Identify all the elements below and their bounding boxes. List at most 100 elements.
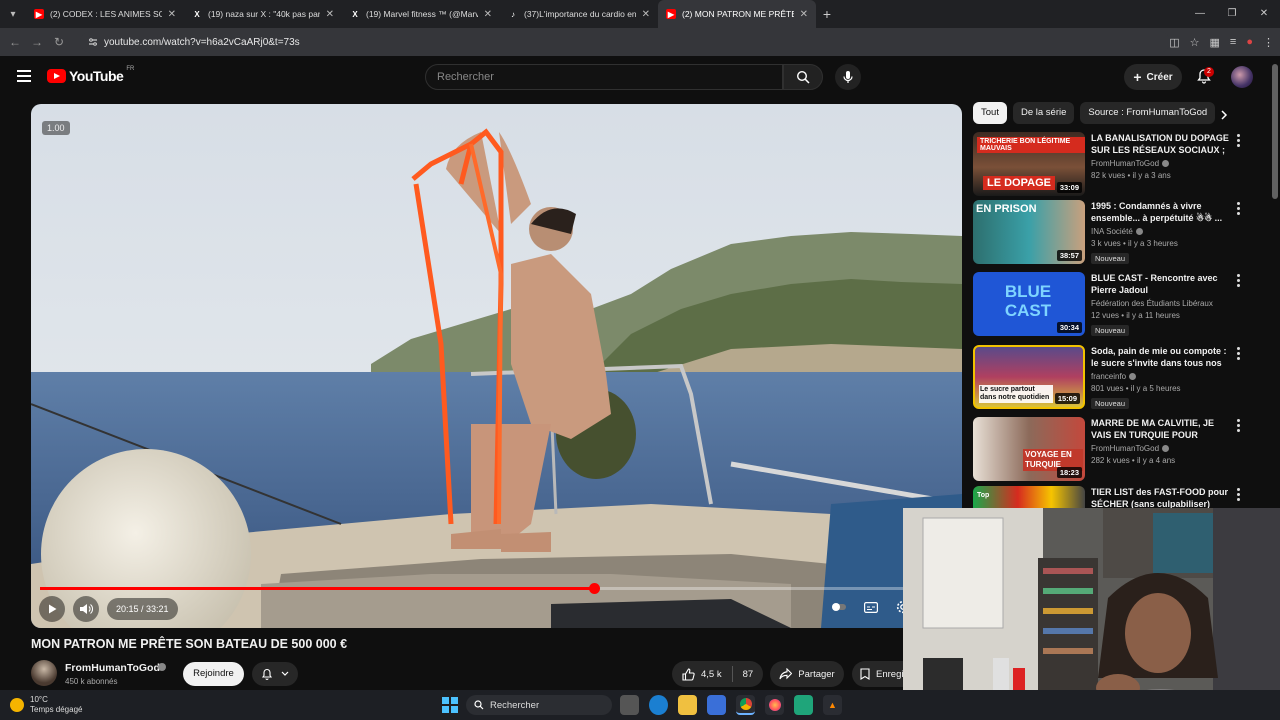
store-icon[interactable] bbox=[707, 695, 726, 715]
chevron-right-icon[interactable] bbox=[1219, 110, 1229, 120]
profile-icon[interactable]: ● bbox=[1246, 36, 1253, 48]
more-options-icon[interactable] bbox=[1235, 488, 1241, 502]
media-icon[interactable]: ≡ bbox=[1230, 36, 1236, 48]
address-bar[interactable]: youtube.com/watch?v=h6a2vCaARj0&t=73s bbox=[80, 31, 1170, 53]
task-view-icon[interactable] bbox=[620, 695, 639, 715]
share-button[interactable]: Partager bbox=[770, 661, 844, 687]
weather-widget[interactable]: 10°C Temps dégagé bbox=[10, 695, 82, 715]
video-title[interactable]: BLUE CAST - Rencontre avec Pierre Jadoul bbox=[1091, 272, 1231, 296]
browser-tab[interactable]: X (19) Marvel fitness ™ (@Marvel ✕ bbox=[342, 0, 500, 28]
windows-start-icon[interactable] bbox=[442, 697, 458, 713]
youtube-logo[interactable]: YouTube FR bbox=[47, 66, 135, 84]
new-tab-button[interactable]: + bbox=[816, 6, 838, 22]
channel-name[interactable]: franceinfo bbox=[1091, 372, 1126, 381]
chrome-icon[interactable] bbox=[736, 695, 755, 715]
page-scrollbar[interactable] bbox=[1272, 64, 1278, 199]
account-avatar[interactable] bbox=[1231, 66, 1253, 88]
channel-name[interactable]: FromHumanToGod bbox=[65, 662, 160, 674]
recommendation-item[interactable]: BLUE CAST 30:34 BLUE CAST - Rencontre av… bbox=[973, 272, 1253, 336]
taskbar-search[interactable]: Rechercher bbox=[466, 695, 612, 715]
play-button[interactable] bbox=[39, 596, 65, 622]
menu-icon[interactable] bbox=[17, 70, 31, 82]
tab-search-icon[interactable]: ▾ bbox=[0, 0, 26, 28]
recommendation-item[interactable]: EN PRISON 38:57 1995 : Condamnés à vivre… bbox=[973, 200, 1253, 264]
video-thumbnail[interactable]: Le sucre partout dans notre quotidien 15… bbox=[973, 345, 1085, 409]
video-thumbnail[interactable]: EN PRISON 38:57 bbox=[973, 200, 1085, 264]
chip-source[interactable]: Source : FromHumanToGod bbox=[1080, 102, 1216, 124]
progress-scrubber-handle[interactable] bbox=[588, 583, 600, 594]
voice-search-button[interactable] bbox=[835, 64, 861, 90]
video-title[interactable]: Soda, pain de mie ou compote : le sucre … bbox=[1091, 345, 1231, 369]
more-options-icon[interactable] bbox=[1235, 134, 1241, 148]
browser-tab[interactable]: ♪ (37)L'importance du cardio en s ✕ bbox=[500, 0, 658, 28]
browser-menu-icon[interactable]: ⋮ bbox=[1263, 36, 1274, 49]
channel-name[interactable]: FromHumanToGod bbox=[1091, 159, 1159, 168]
video-thumbnail[interactable]: BLUE CAST 30:34 bbox=[973, 272, 1085, 336]
channel-name[interactable]: Fédération des Étudiants Libéraux bbox=[1091, 299, 1213, 308]
video-title[interactable]: MARRE DE MA CALVITIE, JE VAIS EN TURQUIE… bbox=[1091, 417, 1231, 441]
search-input[interactable]: Rechercher bbox=[425, 64, 783, 90]
extensions-icon[interactable]: ▦ bbox=[1210, 36, 1220, 49]
close-tab-icon[interactable]: ✕ bbox=[326, 9, 334, 20]
browser-tab-active[interactable]: ▶ (2) MON PATRON ME PRÊTE SO ✕ bbox=[658, 0, 816, 28]
play-icon bbox=[49, 604, 57, 614]
channel-avatar[interactable] bbox=[31, 660, 57, 686]
chip-series[interactable]: De la série bbox=[1012, 102, 1075, 124]
more-options-icon[interactable] bbox=[1235, 274, 1241, 288]
close-tab-icon[interactable]: ✕ bbox=[800, 9, 808, 20]
video-title[interactable]: 1995 : Condamnés à vivre ensemble... à p… bbox=[1091, 200, 1231, 224]
reload-icon[interactable]: ↻ bbox=[48, 35, 70, 49]
video-thumbnail[interactable]: TRICHERIE BON LÉGITIME MAUVAIS LE DOPAGE… bbox=[973, 132, 1085, 196]
file-explorer-icon[interactable] bbox=[678, 695, 697, 715]
vlc-icon[interactable]: ▲ bbox=[823, 695, 842, 715]
search-button[interactable] bbox=[783, 64, 823, 90]
chip-all[interactable]: Tout bbox=[973, 102, 1007, 124]
more-options-icon[interactable] bbox=[1235, 202, 1241, 216]
browser-tab[interactable]: X (19) naza sur X : "40k pas par jo ✕ bbox=[184, 0, 342, 28]
firefox-icon[interactable] bbox=[765, 695, 784, 715]
autoplay-toggle-icon[interactable] bbox=[830, 598, 848, 616]
close-window-icon[interactable]: ✕ bbox=[1248, 0, 1280, 28]
more-options-icon[interactable] bbox=[1235, 419, 1241, 433]
mic-icon bbox=[843, 71, 853, 83]
video-thumbnail[interactable]: VOYAGE EN TURQUIE 18:23 bbox=[973, 417, 1085, 481]
country-code: FR bbox=[126, 66, 135, 72]
video-title[interactable]: TIER LIST des FAST-FOOD pour SÉCHER (san… bbox=[1091, 486, 1231, 508]
subtitles-icon[interactable] bbox=[862, 598, 880, 616]
video-thumbnail[interactable]: Top bbox=[973, 486, 1085, 508]
like-button[interactable]: 4,5 k bbox=[672, 667, 732, 681]
recommendation-item[interactable]: Top TIER LIST des FAST-FOOD pour SÉCHER … bbox=[973, 486, 1253, 508]
minimize-icon[interactable]: — bbox=[1184, 0, 1216, 28]
chevron-down-icon bbox=[281, 671, 289, 676]
comment-count-button[interactable]: 87 bbox=[733, 669, 764, 680]
cast-icon[interactable]: ◫ bbox=[1169, 36, 1179, 49]
close-tab-icon[interactable]: ✕ bbox=[484, 9, 492, 20]
app-icon[interactable] bbox=[794, 695, 813, 715]
site-info-icon[interactable] bbox=[88, 37, 98, 47]
weather-condition: Temps dégagé bbox=[30, 705, 83, 714]
channel-name[interactable]: FromHumanToGod bbox=[1091, 444, 1159, 453]
volume-button[interactable] bbox=[73, 596, 99, 622]
recommendation-item[interactable]: VOYAGE EN TURQUIE 18:23 MARRE DE MA CALV… bbox=[973, 417, 1253, 481]
close-tab-icon[interactable]: ✕ bbox=[642, 9, 650, 20]
thumbnail-text: Le sucre partout dans notre quotidien bbox=[979, 385, 1053, 403]
more-options-icon[interactable] bbox=[1235, 347, 1241, 361]
browser-tab[interactable]: ▶ (2) CODEX : LES ANIMES SONT ✕ bbox=[26, 0, 184, 28]
video-title[interactable]: LA BANALISATION DU DOPAGE SUR LES RÉSEAU… bbox=[1091, 132, 1231, 156]
video-player[interactable]: 1.00 20:15 / 33:21 bbox=[31, 104, 962, 628]
forward-icon[interactable]: → bbox=[26, 35, 48, 49]
browser-tab-strip: ▾ ▶ (2) CODEX : LES ANIMES SONT ✕ X (19)… bbox=[0, 0, 1280, 28]
bookmark-star-icon[interactable]: ☆ bbox=[1190, 36, 1200, 49]
create-button[interactable]: + Créer bbox=[1124, 64, 1182, 90]
maximize-icon[interactable]: ❐ bbox=[1216, 0, 1248, 28]
subscription-bell-button[interactable] bbox=[252, 662, 298, 686]
close-tab-icon[interactable]: ✕ bbox=[168, 9, 176, 20]
channel-name[interactable]: INA Société bbox=[1091, 227, 1133, 236]
video-stats: 12 vues • il y a 11 heures bbox=[1091, 311, 1180, 320]
recommendation-item[interactable]: Le sucre partout dans notre quotidien 15… bbox=[973, 345, 1253, 409]
back-icon[interactable]: ← bbox=[4, 35, 26, 49]
recommendation-item[interactable]: TRICHERIE BON LÉGITIME MAUVAIS LE DOPAGE… bbox=[973, 132, 1253, 196]
edge-icon[interactable] bbox=[649, 695, 668, 715]
join-button[interactable]: Rejoindre bbox=[183, 662, 244, 686]
progress-bar[interactable] bbox=[40, 583, 952, 594]
